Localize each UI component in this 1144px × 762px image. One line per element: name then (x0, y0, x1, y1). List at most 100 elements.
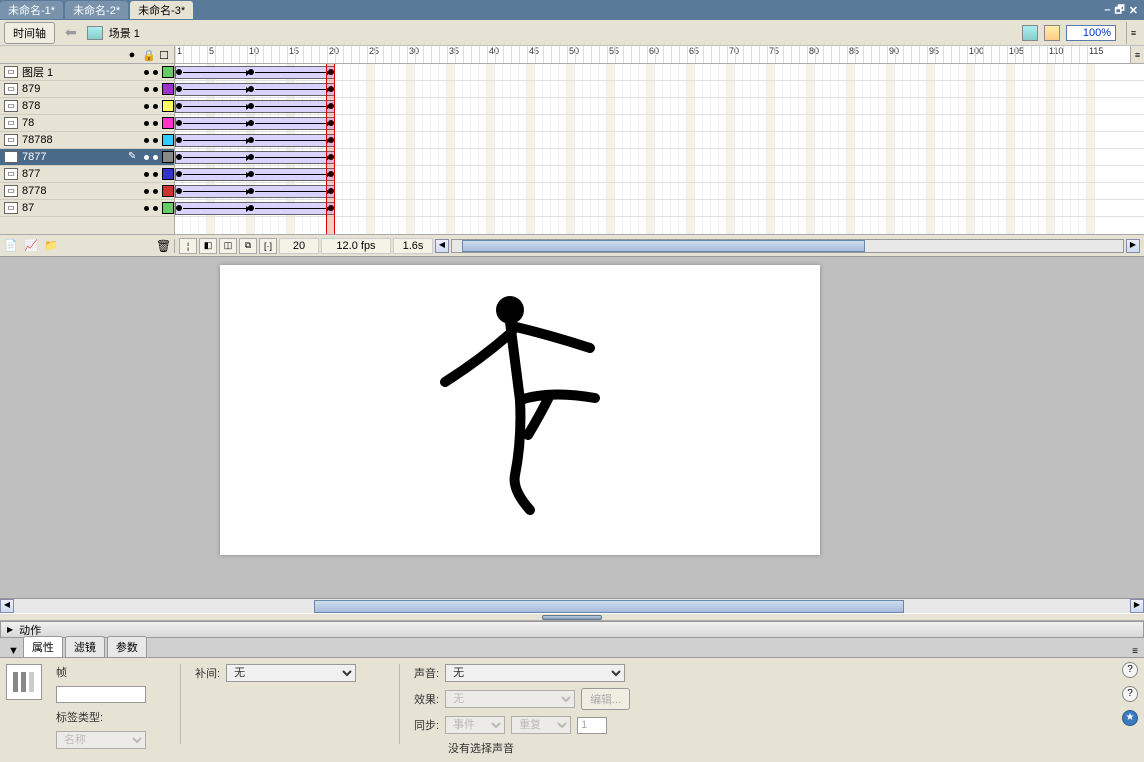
tag-type-label: 标签类型: (56, 709, 103, 725)
layer-column-header: ● 🔒 ☐ (0, 46, 175, 63)
timeline-h-scrollbar[interactable] (451, 239, 1124, 253)
outline-color-swatch[interactable] (162, 202, 174, 214)
layer-name-label: 7877 (22, 151, 124, 163)
new-motion-guide-icon[interactable]: 📈 (24, 239, 38, 253)
visibility-dot-icon[interactable] (144, 138, 149, 143)
visibility-dot-icon[interactable] (144, 189, 149, 194)
stage-scroll-left-icon[interactable]: ◀ (0, 599, 14, 613)
outline-color-swatch[interactable] (162, 66, 174, 78)
stage-scroll-thumb[interactable] (314, 600, 904, 613)
layer-row[interactable]: ▭878 (0, 98, 174, 115)
timeline-toggle-button[interactable]: 时间轴 (4, 22, 55, 44)
sound-select[interactable]: 无 (445, 664, 625, 682)
doc-tab-2[interactable]: 未命名-3* (130, 1, 193, 19)
lock-header-icon[interactable]: 🔒 (142, 49, 154, 61)
layer-row[interactable]: ▭8778 (0, 183, 174, 200)
outline-color-swatch[interactable] (162, 100, 174, 112)
layer-row[interactable]: ▭879 (0, 81, 174, 98)
visibility-dot-icon[interactable] (144, 121, 149, 126)
frame-ruler[interactable]: 1510152025303540455055606570758085909510… (175, 46, 1130, 63)
playhead[interactable] (326, 64, 335, 234)
prop-tab-filters[interactable]: 滤镜 (65, 636, 105, 657)
outline-color-swatch[interactable] (162, 117, 174, 129)
lock-dot-icon[interactable] (153, 172, 158, 177)
stage-scroll-right-icon[interactable]: ▶ (1130, 599, 1144, 613)
layer-row[interactable]: ▭78 (0, 115, 174, 132)
help2-button[interactable]: ? (1122, 686, 1138, 702)
visibility-dot-icon[interactable] (144, 172, 149, 177)
visibility-dot-icon[interactable] (144, 155, 149, 160)
visibility-dot-icon[interactable] (144, 206, 149, 211)
new-folder-icon[interactable]: 📁 (44, 239, 58, 253)
onion-skin-icon[interactable]: ◧ (199, 238, 217, 254)
new-layer-icon[interactable]: 📄 (4, 239, 18, 253)
lock-dot-icon[interactable] (153, 138, 158, 143)
outline-color-swatch[interactable] (162, 168, 174, 180)
layer-name-label: 878 (22, 100, 140, 112)
pencil-icon: ✎ (128, 151, 140, 163)
edit-scene-icon[interactable] (1022, 25, 1038, 41)
close-btn[interactable]: ✕ (1129, 4, 1138, 17)
outline-color-swatch[interactable] (162, 185, 174, 197)
layer-row[interactable]: ▭87 (0, 200, 174, 217)
edit-bar-options-icon[interactable]: ≡ (1126, 22, 1140, 44)
layer-type-icon: ▭ (4, 185, 18, 197)
edit-symbol-icon[interactable] (1044, 25, 1060, 41)
scroll-left-icon[interactable]: ◀ (435, 239, 449, 253)
lock-dot-icon[interactable] (153, 189, 158, 194)
scene-icon[interactable] (87, 26, 103, 40)
edit-multiple-icon[interactable]: ⧉ (239, 238, 257, 254)
restore-btn[interactable]: 🗗 (1114, 1, 1124, 20)
layer-type-icon: ▭ (4, 117, 18, 129)
layer-row[interactable]: ▭图层 1 (0, 64, 174, 81)
lock-dot-icon[interactable] (153, 70, 158, 75)
visibility-dot-icon[interactable] (144, 87, 149, 92)
actions-panel-header[interactable]: ▶ 动作 (0, 621, 1144, 638)
outline-color-swatch[interactable] (162, 83, 174, 95)
info-button[interactable]: ★ (1122, 710, 1138, 726)
stage-canvas[interactable] (220, 265, 820, 555)
onion-marker-icon[interactable]: [·] (259, 238, 277, 254)
zoom-input[interactable] (1066, 25, 1116, 41)
stage-h-scrollbar[interactable]: ◀ ▶ (0, 598, 1144, 613)
lock-dot-icon[interactable] (153, 155, 158, 160)
center-frame-icon[interactable]: ¦ (179, 238, 197, 254)
visibility-header-icon[interactable]: ● (126, 49, 138, 61)
visibility-dot-icon[interactable] (144, 104, 149, 109)
collapse-tri-icon[interactable]: ▼ (4, 645, 23, 657)
prop-panel-options-icon[interactable]: ≡ (1126, 646, 1144, 657)
lock-dot-icon[interactable] (153, 87, 158, 92)
layer-row[interactable]: ▭78788 (0, 132, 174, 149)
frame-name-input[interactable] (56, 686, 146, 703)
stage-viewport[interactable] (0, 257, 1144, 598)
prop-tab-params[interactable]: 参数 (107, 636, 147, 657)
minimize-btn[interactable]: – (1104, 4, 1110, 16)
doc-tab-1[interactable]: 未命名-2* (65, 1, 128, 19)
splitter-grip-icon[interactable] (542, 615, 602, 620)
expand-tri-icon: ▶ (7, 625, 13, 634)
layers-list[interactable]: ▭图层 1▭879▭878▭78▭78788▭7877✎▭877▭8778▭87 (0, 64, 175, 234)
prop-tab-properties[interactable]: 属性 (23, 636, 63, 657)
outline-header-icon[interactable]: ☐ (158, 49, 170, 61)
visibility-dot-icon[interactable] (144, 70, 149, 75)
frames-area[interactable] (175, 64, 1144, 234)
delete-layer-icon[interactable]: 🗑 (156, 239, 170, 253)
tween-select[interactable]: 无 (226, 664, 356, 682)
lock-dot-icon[interactable] (153, 104, 158, 109)
layer-row[interactable]: ▭7877✎ (0, 149, 174, 166)
timeline-options-icon[interactable]: ≡ (1130, 46, 1144, 63)
outline-color-swatch[interactable] (162, 151, 174, 163)
lock-dot-icon[interactable] (153, 206, 158, 211)
doc-tab-0[interactable]: 未命名-1* (0, 1, 63, 19)
panel-splitter[interactable] (0, 613, 1144, 621)
onion-outline-icon[interactable]: ◫ (219, 238, 237, 254)
property-tab-bar: ▼ 属性 滤镜 参数 ≡ (0, 638, 1144, 658)
layer-type-icon: ▭ (4, 83, 18, 95)
lock-dot-icon[interactable] (153, 121, 158, 126)
back-arrow-icon[interactable]: ⬅ (61, 24, 81, 41)
outline-color-swatch[interactable] (162, 134, 174, 146)
effect-label: 效果: (414, 691, 439, 707)
layer-row[interactable]: ▭877 (0, 166, 174, 183)
help-button[interactable]: ? (1122, 662, 1138, 678)
scroll-right-icon[interactable]: ▶ (1126, 239, 1140, 253)
